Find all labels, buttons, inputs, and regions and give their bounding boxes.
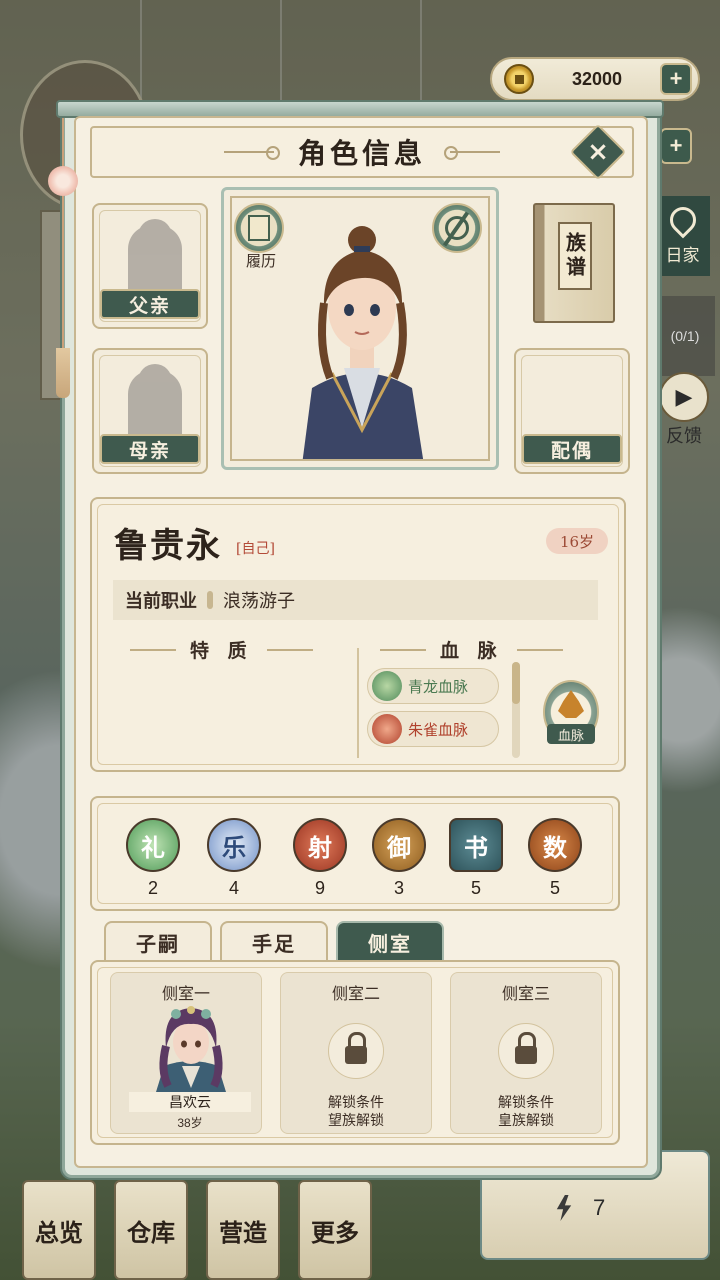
appearance-edit-button[interactable] [432,203,482,253]
concubine-portrait [156,1006,226,1092]
concubine-slot-title: 侧室二 [331,984,380,1003]
father-label: 父亲 [100,289,200,319]
panel-title: 角色信息 [297,137,426,170]
location-pin-icon [664,201,701,238]
calligraphy-icon: 书 [449,818,503,872]
mother-label: 母亲 [100,434,200,464]
art-rites[interactable]: 礼 2 [125,818,181,899]
charioteering-value: 3 [393,878,404,898]
bloodline-item[interactable]: 朱雀血脉 [367,711,499,747]
art-music[interactable]: 乐 4 [206,818,262,899]
rites-value: 2 [147,878,158,898]
calligraphy-value: 5 [470,878,481,898]
bloodline-label: 青龙血脉 [408,677,469,696]
plum-blossom-icon [48,166,78,196]
menu-build-button[interactable]: 营造 [206,1180,280,1280]
menu-overview-button[interactable]: 总览 [22,1180,96,1280]
father-card[interactable]: 父亲 [92,203,208,329]
home-button[interactable]: 日家 [655,196,710,276]
mother-card[interactable]: 母亲 [92,348,208,474]
bloodline-item[interactable]: 青龙血脉 [367,668,499,704]
concubine-age: 38岁 [177,1116,203,1130]
home-button-label: 日家 [665,245,700,266]
vermilion-bird-icon [372,714,402,744]
spouse-card[interactable]: 配偶 [514,348,630,474]
unlock-condition: 解锁条件 望族解锁 [328,1095,384,1129]
title-ornament-right [444,146,500,160]
mathematics-icon: 数 [528,818,582,872]
close-icon[interactable]: × [578,132,618,172]
spouse-label: 配偶 [522,434,622,464]
art-mathematics[interactable]: 数 5 [527,818,583,899]
resume-button[interactable] [234,203,284,253]
megaphone-icon: ▶ [659,372,709,422]
separator [207,591,213,609]
add-coins-button[interactable]: + [660,63,692,95]
scissors-comb-icon [445,216,469,240]
menu-more-button[interactable]: 更多 [298,1180,372,1280]
lock-icon [498,1023,554,1079]
concubine-slot-title: 侧室三 [501,984,550,1003]
feedback-label: 反馈 [666,426,702,447]
music-icon: 乐 [207,818,261,872]
art-calligraphy[interactable]: 书 5 [448,818,504,899]
add-resource-button[interactable]: + [660,128,692,164]
energy-value: 7 [593,1195,606,1220]
panel-header: 角色信息 [90,126,634,178]
bloodline-label: 朱雀血脉 [408,720,469,739]
bloodline-button-label[interactable]: 血脉 [547,724,595,744]
occupation-row: 当前职业 浪荡游子 [113,580,598,620]
art-charioteering[interactable]: 御 3 [371,818,427,899]
lock-icon [328,1023,384,1079]
archery-value: 9 [314,878,325,898]
traits-header: 特 质 [130,636,313,663]
music-value: 4 [228,878,239,898]
art-archery[interactable]: 射 9 [292,818,348,899]
charioteering-icon: 御 [372,818,426,872]
section-divider [357,648,359,758]
bottom-menu: 总览 仓库 营造 更多 [20,1180,380,1280]
tab-children[interactable]: 子嗣 [104,921,212,961]
age-badge: 16岁 [546,528,608,554]
archery-icon: 射 [293,818,347,872]
azure-dragon-icon [372,671,402,701]
concubine-name: 昌欢云 [129,1092,251,1112]
energy-indicator: 7 [555,1195,605,1221]
occupation-value: 浪荡游子 [223,591,295,612]
self-tag: [自己] [236,541,275,557]
character-name: 鲁贵永 [114,526,222,566]
coin-counter: 32000 + [490,57,700,101]
task-progress: (0/1) [655,296,715,376]
resume-label: 履历 [245,252,276,270]
tab-siblings[interactable]: 手足 [220,921,328,961]
copper-coin-icon [504,64,534,94]
lightning-icon [556,1195,572,1221]
coin-value: 32000 [571,68,623,89]
title-ornament-left [223,146,280,160]
rites-icon: 礼 [126,818,180,872]
mathematics-value: 5 [549,878,560,898]
menu-warehouse-button[interactable]: 仓库 [114,1180,188,1280]
bloodline-header: 血 脉 [380,636,563,663]
flower-pendant-decoration [48,118,78,398]
bloodline-scroll-thumb[interactable] [512,662,520,704]
tab-concubines[interactable]: 侧室 [336,921,444,961]
occupation-label: 当前职业 [125,591,197,612]
scroll-document-icon [248,215,270,241]
genealogy-label[interactable]: 族谱 [558,222,592,290]
unlock-condition: 解锁条件 皇族解锁 [498,1095,554,1129]
